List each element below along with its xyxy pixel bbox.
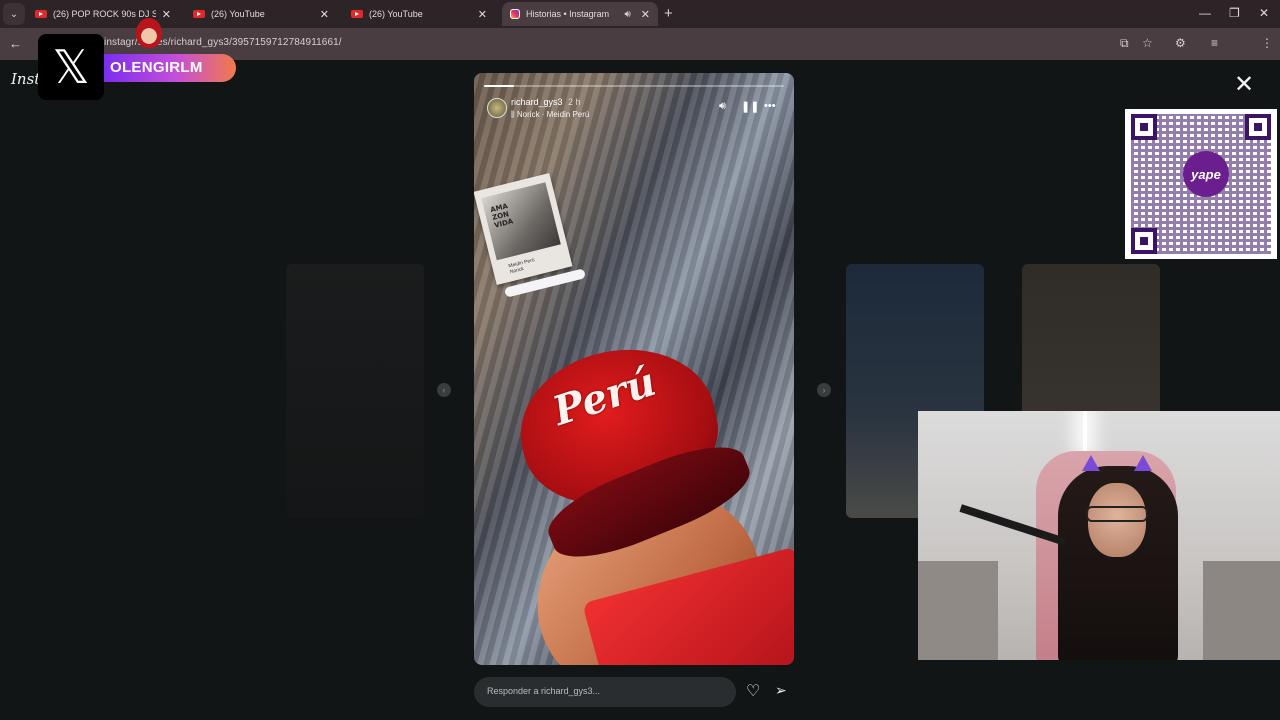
sofa-left	[918, 561, 998, 660]
instagram-icon	[510, 9, 520, 19]
reading-list-icon[interactable]: ≡	[1211, 36, 1218, 50]
youtube-icon	[351, 10, 363, 18]
sofa-right	[1203, 561, 1280, 660]
streamer-webcam	[918, 411, 1280, 660]
close-icon[interactable]: ✕	[478, 8, 487, 21]
close-icon[interactable]: ✕	[641, 8, 650, 21]
more-dots-icon: •••	[764, 100, 776, 112]
install-app-icon[interactable]: ⧉	[1120, 36, 1129, 51]
qr-finder	[1245, 114, 1271, 140]
tab-label: (26) YouTube	[211, 9, 265, 19]
minimize-button[interactable]: —	[1199, 6, 1211, 20]
heart-icon: ♡	[746, 683, 761, 700]
pause-button[interactable]: ❚❚	[741, 100, 759, 113]
tab-youtube-2[interactable]: (26) YouTube ✕	[343, 2, 495, 26]
story-progress-fill	[484, 85, 514, 87]
qr-finder	[1131, 114, 1157, 140]
story-music[interactable]: ⫼ Norick · Meidin Perú	[511, 110, 589, 120]
speaker-icon[interactable]: 🔊︎	[624, 9, 630, 20]
tab-strip: ⌄ (26) POP ROCK 90s DJ SET ✕ (26) YouTub…	[0, 0, 1280, 28]
next-story-button[interactable]: ›	[817, 383, 831, 397]
reply-input[interactable]: Responder a richard_gys3...	[474, 677, 736, 707]
mute-button[interactable]: 🔊︎	[719, 100, 726, 113]
extensions-icon[interactable]: ⚙	[1175, 36, 1186, 50]
share-button[interactable]: ➢	[775, 682, 787, 699]
restore-button[interactable]: ❐	[1229, 6, 1240, 20]
close-stories-button[interactable]: ✕	[1234, 73, 1254, 97]
tab-label: (26) POP ROCK 90s DJ SET	[53, 9, 156, 19]
yape-logo: yape	[1183, 151, 1229, 197]
new-tab-button[interactable]: +	[664, 5, 673, 22]
story-time: 2 h	[568, 97, 581, 107]
handle-text: OLENGIRLM	[110, 59, 203, 76]
x-logo-icon: 𝕏	[38, 34, 104, 100]
url-prefix: instagr	[104, 37, 135, 48]
glasses	[1086, 506, 1148, 522]
close-icon[interactable]: ✕	[320, 8, 329, 21]
reply-placeholder: Responder a richard_gys3...	[487, 686, 601, 696]
window-close-button[interactable]: ✕	[1259, 6, 1269, 20]
send-icon: ➢	[775, 682, 787, 698]
chevron-right-icon: ›	[822, 385, 826, 395]
yape-qr-code: yape	[1125, 109, 1277, 259]
tab-label: Historias • Instagram	[526, 9, 610, 19]
tab-youtube-1[interactable]: (26) YouTube ✕	[185, 2, 337, 26]
streamer-cartoon-avatar	[136, 18, 162, 48]
youtube-icon	[35, 10, 47, 18]
story-username[interactable]: richard_gys3	[511, 97, 563, 107]
tab-label: (26) YouTube	[369, 9, 423, 19]
more-options-button[interactable]: •••	[764, 100, 776, 112]
album-sticker-caption: Meidin Perú Norick	[507, 257, 536, 276]
story-user-avatar[interactable]	[487, 98, 507, 118]
browser-menu-icon[interactable]: ⋮	[1261, 36, 1273, 50]
story-viewer[interactable]: Perú AMA ZON VIDA Meidin Perú Norick ric…	[474, 73, 794, 665]
url-path: /stories/richard_gys3/395715971278491166…	[134, 37, 342, 48]
back-button[interactable]: ←	[9, 36, 22, 51]
bookmark-star-icon[interactable]: ☆	[1142, 36, 1153, 50]
story-music-label: Norick · Meidin Perú	[516, 110, 590, 119]
instagram-logo[interactable]: Inst	[11, 70, 40, 88]
ceiling-light	[1083, 411, 1087, 451]
tab-search-button[interactable]: ⌄	[3, 3, 25, 25]
previous-story-preview[interactable]	[286, 264, 424, 518]
story-progress-bar	[484, 85, 784, 87]
like-button[interactable]: ♡	[746, 681, 760, 701]
chevron-left-icon: ‹	[442, 385, 446, 395]
chevron-down-icon: ⌄	[9, 8, 19, 20]
qr-finder	[1131, 228, 1157, 254]
youtube-icon	[193, 10, 205, 18]
previous-story-button[interactable]: ‹	[437, 383, 451, 397]
close-icon[interactable]: ✕	[162, 8, 171, 21]
pause-icon: ❚❚	[741, 101, 760, 113]
cat-ear-headset	[1082, 455, 1152, 473]
tab-instagram[interactable]: Historias • Instagram 🔊︎ ✕	[502, 2, 658, 26]
speaker-icon: 🔊︎	[719, 100, 726, 112]
